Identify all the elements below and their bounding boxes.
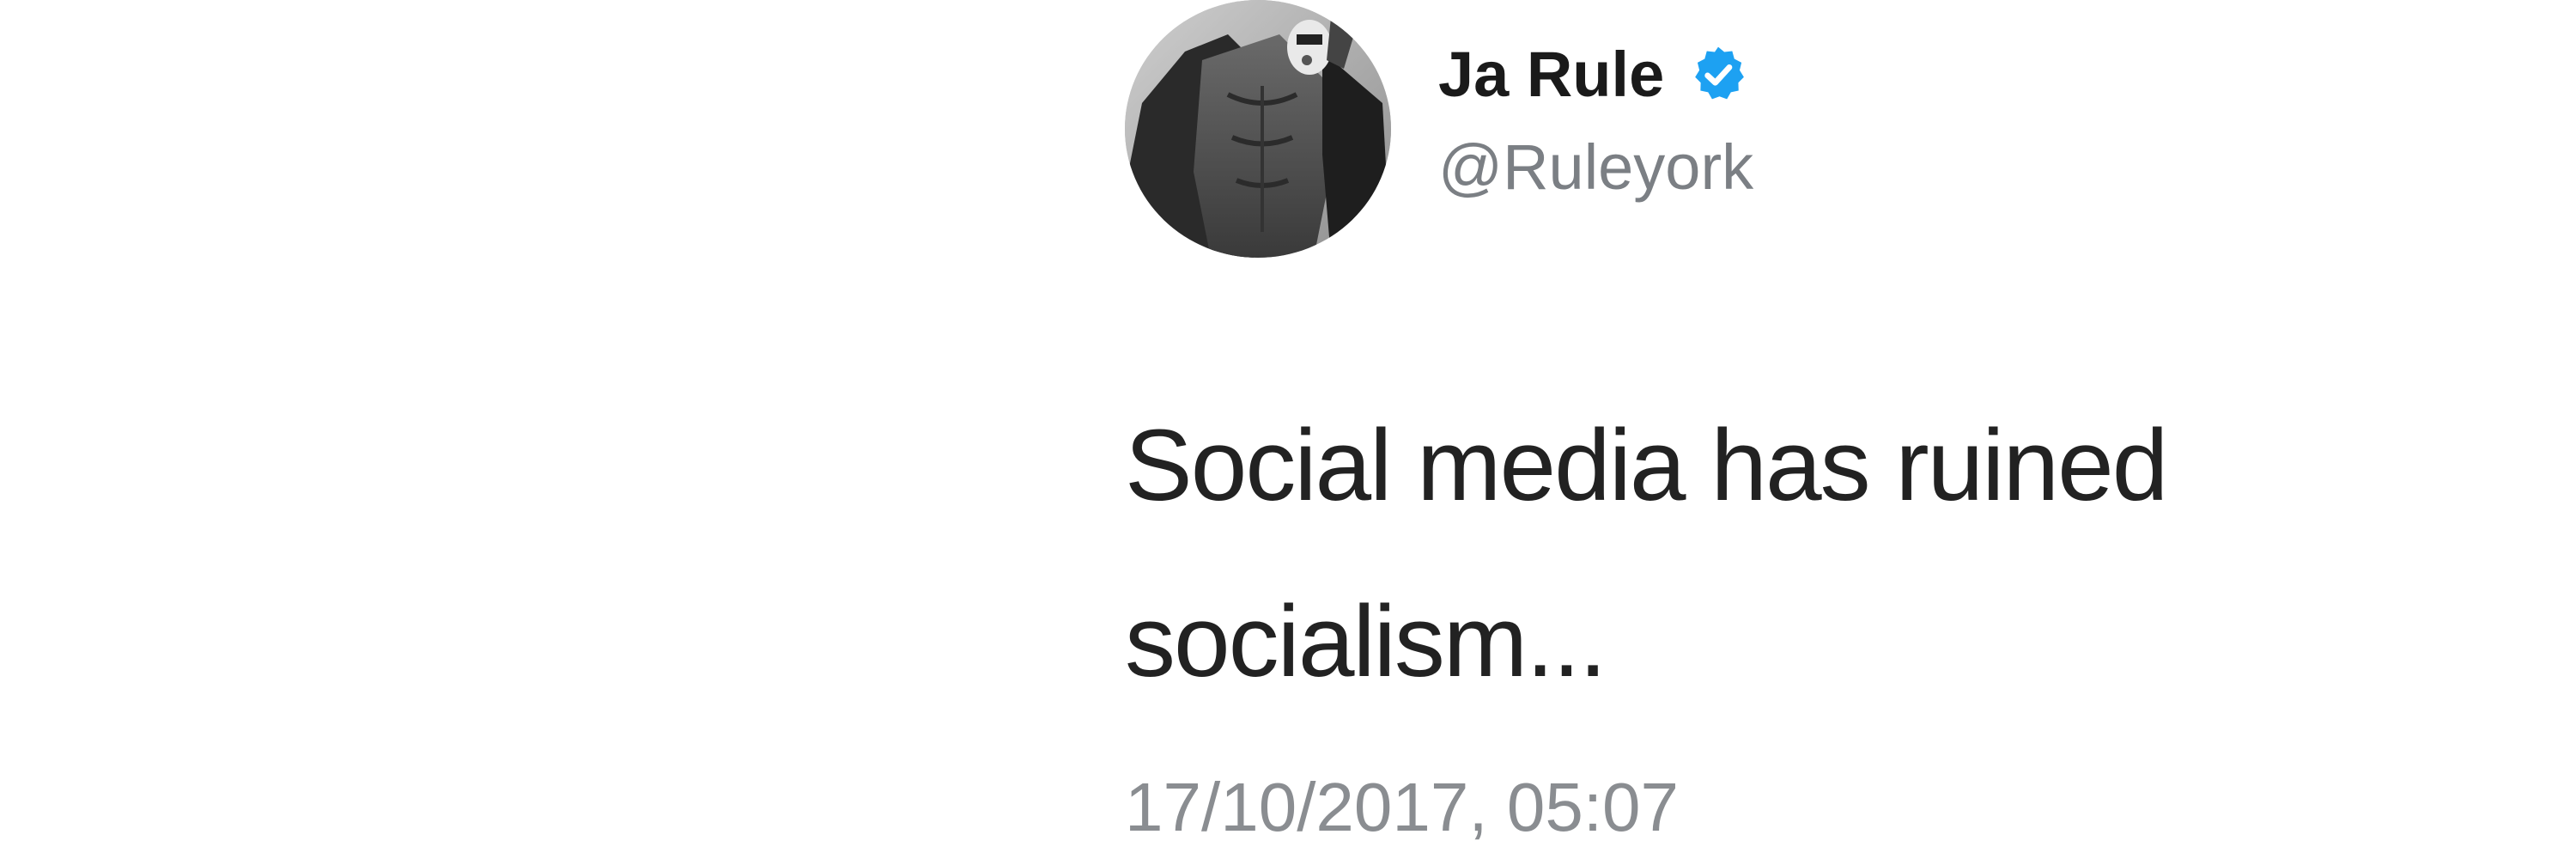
verified-badge-icon xyxy=(1686,43,1750,107)
author-avatar[interactable] xyxy=(1125,0,1391,258)
author-display-name[interactable]: Ja Rule xyxy=(1438,36,1664,113)
avatar-photo-icon xyxy=(1125,0,1391,258)
author-handle[interactable]: @Ruleyork xyxy=(1438,129,1753,206)
tweet-card: Ja Rule @Ruleyork Social media has ruine… xyxy=(1125,0,2327,859)
tweet-text: Social media has ruined socialism... xyxy=(1125,409,2168,698)
author-name-row[interactable]: Ja Rule xyxy=(1438,36,1750,113)
tweet-timestamp[interactable]: 17/10/2017, 05:07 xyxy=(1125,765,1679,850)
page: Ja Rule @Ruleyork Social media has ruine… xyxy=(0,0,2576,859)
